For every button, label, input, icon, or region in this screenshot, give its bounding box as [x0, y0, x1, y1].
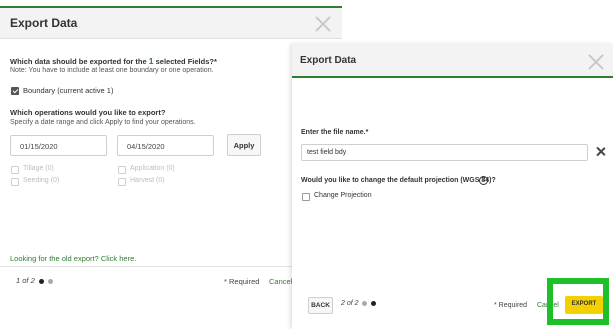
required-note: * Required	[224, 277, 260, 286]
required-note: * Required	[494, 302, 528, 309]
clear-icon[interactable]	[596, 147, 606, 157]
change-projection-checkbox[interactable]	[302, 193, 310, 201]
export-highlight-box	[547, 278, 609, 325]
fields-question: Which data should be exported for the 1 …	[10, 56, 217, 66]
operations-question: Which operations would you like to expor…	[10, 108, 166, 117]
harvest-label: Harvest (0)	[130, 177, 165, 184]
back-button[interactable]: BACK	[308, 297, 333, 314]
projection-question: Would you like to change the default pro…	[301, 177, 496, 184]
close-icon[interactable]	[588, 54, 604, 70]
export-dialog-step-1: Export Data Which data should be exporte…	[0, 0, 342, 290]
pager-dot	[362, 300, 368, 306]
boundary-checkbox[interactable]	[11, 87, 19, 95]
date-from-input[interactable]: 01/15/2020	[10, 135, 107, 156]
selected-fields-count: 1	[148, 56, 154, 66]
cancel-link[interactable]: Cancel	[269, 277, 292, 286]
close-icon[interactable]	[315, 16, 331, 32]
pager-dot-active	[38, 278, 44, 284]
change-projection-label[interactable]: Change Projection	[314, 192, 372, 199]
step-pager: 2 of 2	[341, 300, 377, 307]
dialog-header: Export Data	[0, 6, 342, 39]
boundary-note: Note: You have to include at least one b…	[10, 67, 214, 74]
application-label: Application (0)	[130, 165, 175, 172]
seeding-label: Seeding (0)	[23, 177, 60, 184]
file-name-input[interactable]: test field bdy	[301, 144, 588, 161]
dialog-title: Export Data	[300, 55, 357, 66]
tillage-label: Tillage (0)	[23, 165, 54, 172]
boundary-label[interactable]: Boundary (current active 1)	[23, 86, 113, 95]
file-name-label: Enter the file name.*	[301, 129, 369, 136]
old-export-link[interactable]: Looking for the old export? Click here.	[10, 254, 136, 263]
pager-text: 1 of 2	[16, 276, 35, 285]
pager-text: 2 of 2	[341, 300, 359, 307]
fields-question-prefix: Which data should be exported for the	[10, 57, 147, 66]
fields-question-suffix: selected Fields?*	[155, 57, 217, 66]
date-to-input[interactable]: 04/15/2020	[117, 135, 214, 156]
dialog-title: Export Data	[10, 16, 78, 30]
apply-button[interactable]: Apply	[227, 134, 261, 156]
help-icon[interactable]: ?	[479, 176, 488, 185]
dialog-header: Export Data	[292, 44, 613, 78]
application-checkbox[interactable]	[118, 166, 126, 174]
footer-divider	[0, 266, 342, 267]
pager-dot-active	[371, 300, 377, 306]
step-pager: 1 of 2	[16, 276, 53, 285]
tillage-checkbox[interactable]	[11, 166, 19, 174]
harvest-checkbox[interactable]	[118, 178, 126, 186]
operations-note: Specify a date range and click Apply to …	[10, 119, 196, 126]
seeding-checkbox[interactable]	[11, 178, 19, 186]
pager-dot	[47, 278, 53, 284]
